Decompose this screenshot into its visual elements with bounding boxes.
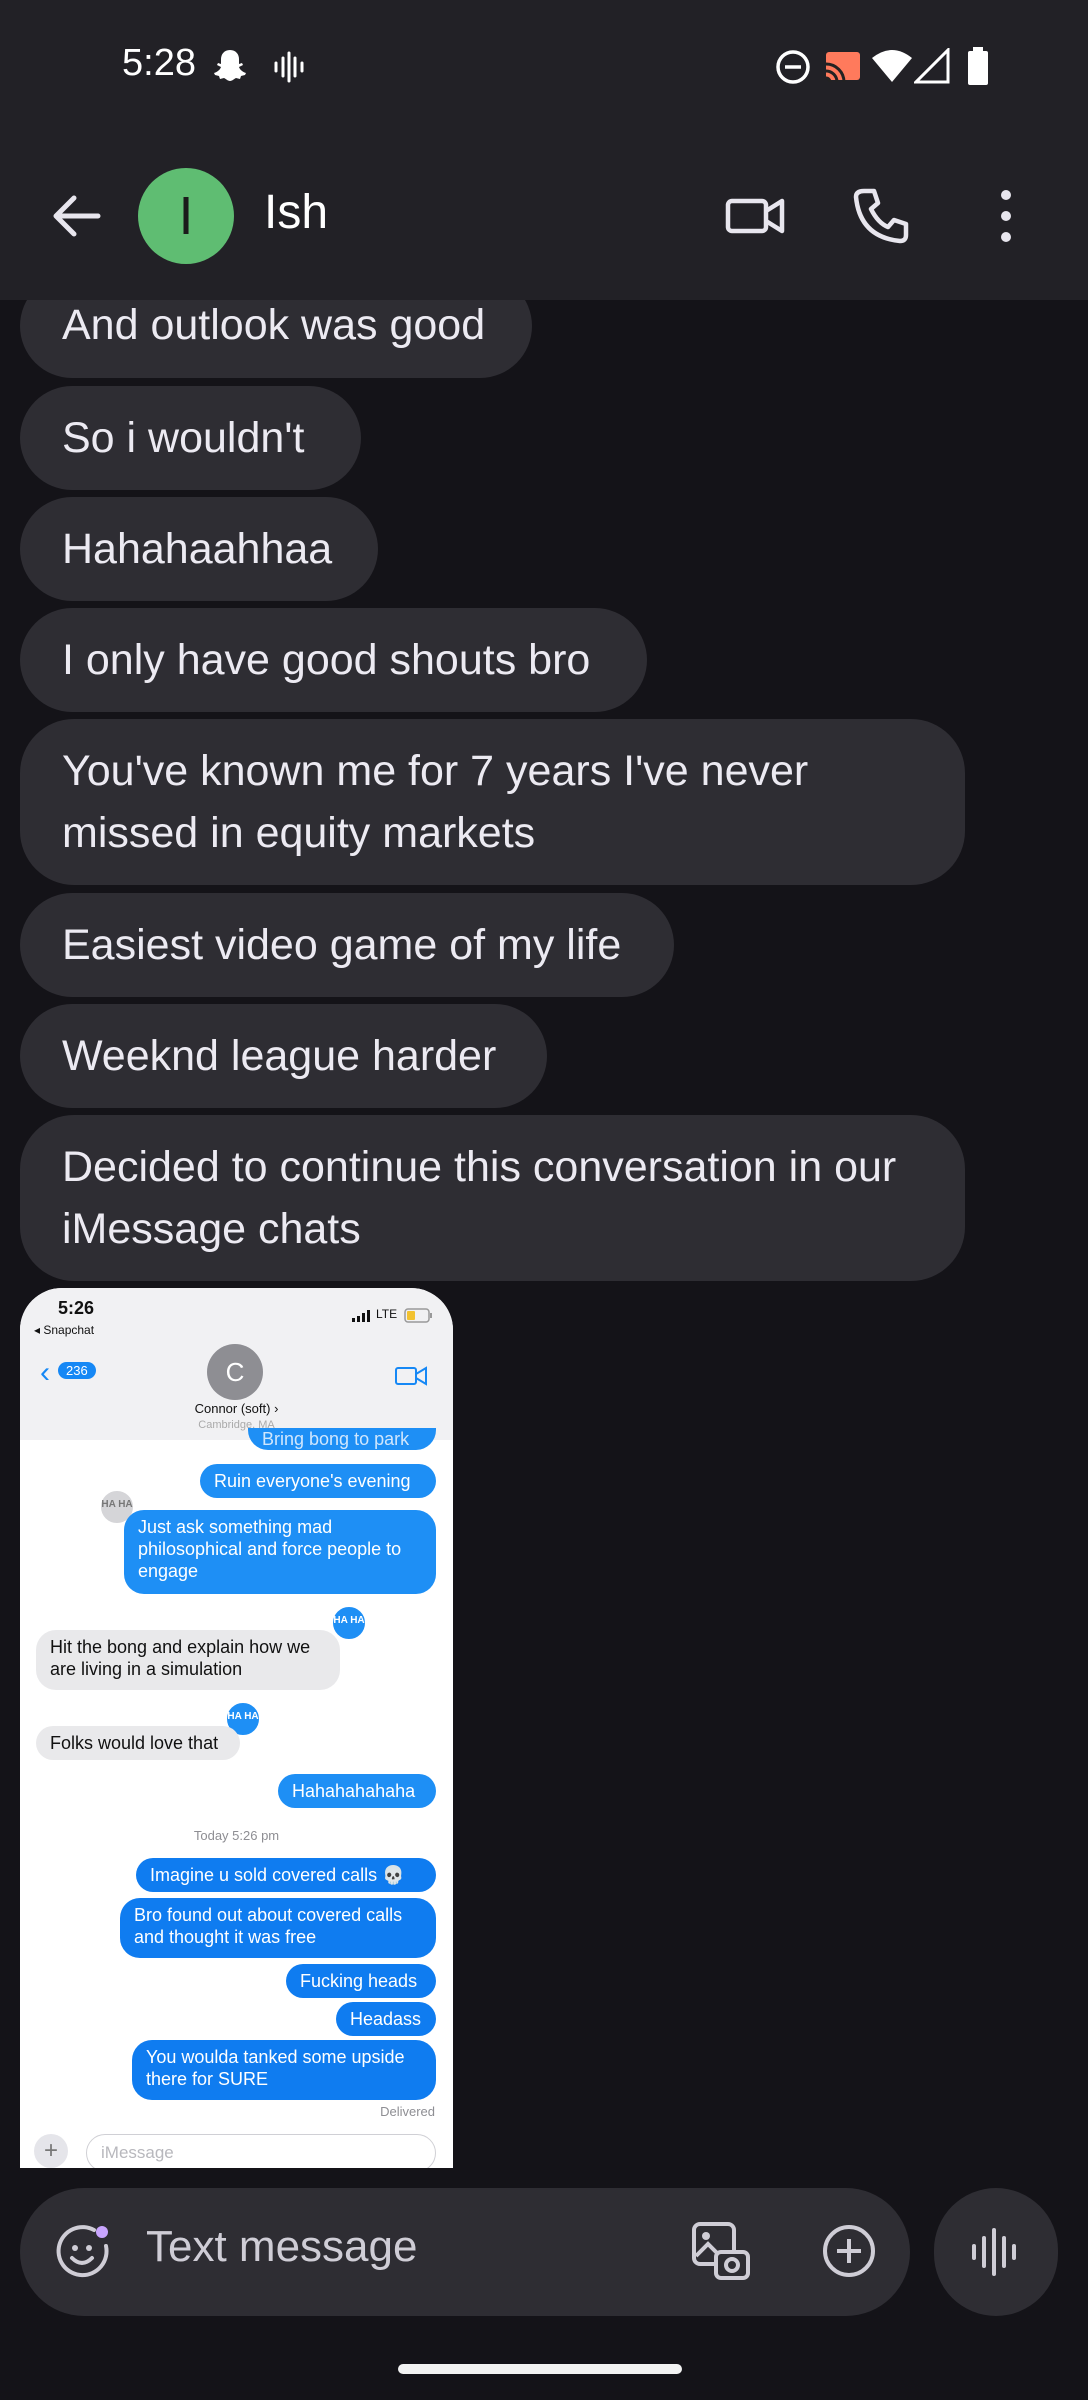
shot-avatar: C bbox=[207, 1344, 263, 1400]
shot-message-received: Folks would love that bbox=[36, 1726, 240, 1760]
voice-message-button[interactable] bbox=[934, 2188, 1058, 2316]
gallery-icon[interactable] bbox=[688, 2218, 754, 2284]
shot-video-icon bbox=[395, 1366, 427, 1386]
more-options-icon[interactable] bbox=[990, 185, 1052, 247]
snapchat-icon bbox=[214, 50, 246, 81]
message-input[interactable]: Text message bbox=[146, 2222, 417, 2272]
message-bubble[interactable]: You've known me for 7 years I've never m… bbox=[20, 719, 965, 885]
phone-call-icon[interactable] bbox=[850, 185, 912, 247]
add-attachment-icon[interactable] bbox=[820, 2222, 878, 2280]
shot-message-sent: You woulda tanked some upside there for … bbox=[132, 2040, 436, 2100]
shot-network: LTE bbox=[376, 1307, 398, 1321]
shot-plus-icon: + bbox=[34, 2134, 68, 2168]
attached-screenshot[interactable]: 5:26 ◂ Snapchat LTE ‹ 236 C Connor (soft… bbox=[20, 1288, 453, 2168]
back-arrow-icon[interactable] bbox=[48, 188, 104, 244]
do-not-disturb-icon bbox=[776, 50, 810, 84]
message-bubble[interactable]: Easiest video game of my life bbox=[20, 893, 674, 997]
shot-message-sent: Hahahahahaha bbox=[278, 1774, 436, 1808]
message-bubble[interactable]: I only have good shouts bro bbox=[20, 608, 647, 712]
emoji-sticker-icon[interactable] bbox=[54, 2222, 112, 2280]
shot-chevron-left-icon[interactable]: ‹ bbox=[40, 1358, 50, 1388]
shot-message-sent: Ruin everyone's evening bbox=[200, 1464, 436, 1498]
shot-timestamp: Today 5:26 pm bbox=[193, 1828, 280, 1843]
shot-haha-tapback: HA HA bbox=[330, 1604, 368, 1642]
cast-icon bbox=[825, 52, 860, 83]
voice-wave-icon bbox=[972, 2228, 1016, 2276]
wifi-icon bbox=[872, 50, 912, 82]
shot-imessage-input: iMessage bbox=[86, 2134, 436, 2168]
status-time: 5:28 bbox=[122, 42, 196, 84]
message-bubble[interactable]: So i wouldn't bbox=[20, 386, 361, 490]
shot-message-sent: Just ask something mad philosophical and… bbox=[124, 1510, 436, 1594]
battery-icon bbox=[968, 47, 988, 85]
shot-message-received: Hit the bong and explain how we are livi… bbox=[36, 1630, 340, 1690]
shot-message-sent: Imagine u sold covered calls 💀 bbox=[136, 1858, 436, 1892]
contact-name[interactable]: Ish bbox=[264, 185, 328, 240]
home-indicator[interactable] bbox=[398, 2364, 682, 2374]
cell-signal-icon bbox=[914, 48, 950, 84]
shot-message-sent: Headass bbox=[336, 2002, 436, 2036]
shot-message-sent: Fucking heads bbox=[286, 1964, 436, 1998]
shot-delivered-status: Delivered bbox=[380, 2104, 435, 2119]
shot-message-sent: Bring bong to park bbox=[248, 1428, 436, 1450]
message-bubble[interactable]: And outlook was good bbox=[20, 288, 532, 378]
video-call-icon[interactable] bbox=[724, 185, 786, 247]
shot-contact-name: Connor (soft) › bbox=[194, 1401, 279, 1416]
shot-battery-icon bbox=[404, 1308, 432, 1323]
shot-message-sent: Bro found out about covered calls and th… bbox=[120, 1898, 436, 1958]
message-bubble[interactable]: Decided to continue this conversation in… bbox=[20, 1115, 965, 1281]
shot-back-app: ◂ Snapchat bbox=[34, 1323, 95, 1337]
audio-wave-icon bbox=[274, 51, 304, 83]
shot-status-time: 5:26 bbox=[58, 1298, 95, 1318]
message-bubble[interactable]: Hahahaahhaa bbox=[20, 497, 378, 601]
contact-avatar[interactable]: I bbox=[138, 168, 234, 264]
message-bubble[interactable]: Weeknd league harder bbox=[20, 1004, 547, 1108]
shot-unread-badge: 236 bbox=[58, 1362, 96, 1379]
status-bar: 5:28 bbox=[0, 0, 1088, 135]
shot-signal-icon bbox=[352, 1310, 370, 1322]
